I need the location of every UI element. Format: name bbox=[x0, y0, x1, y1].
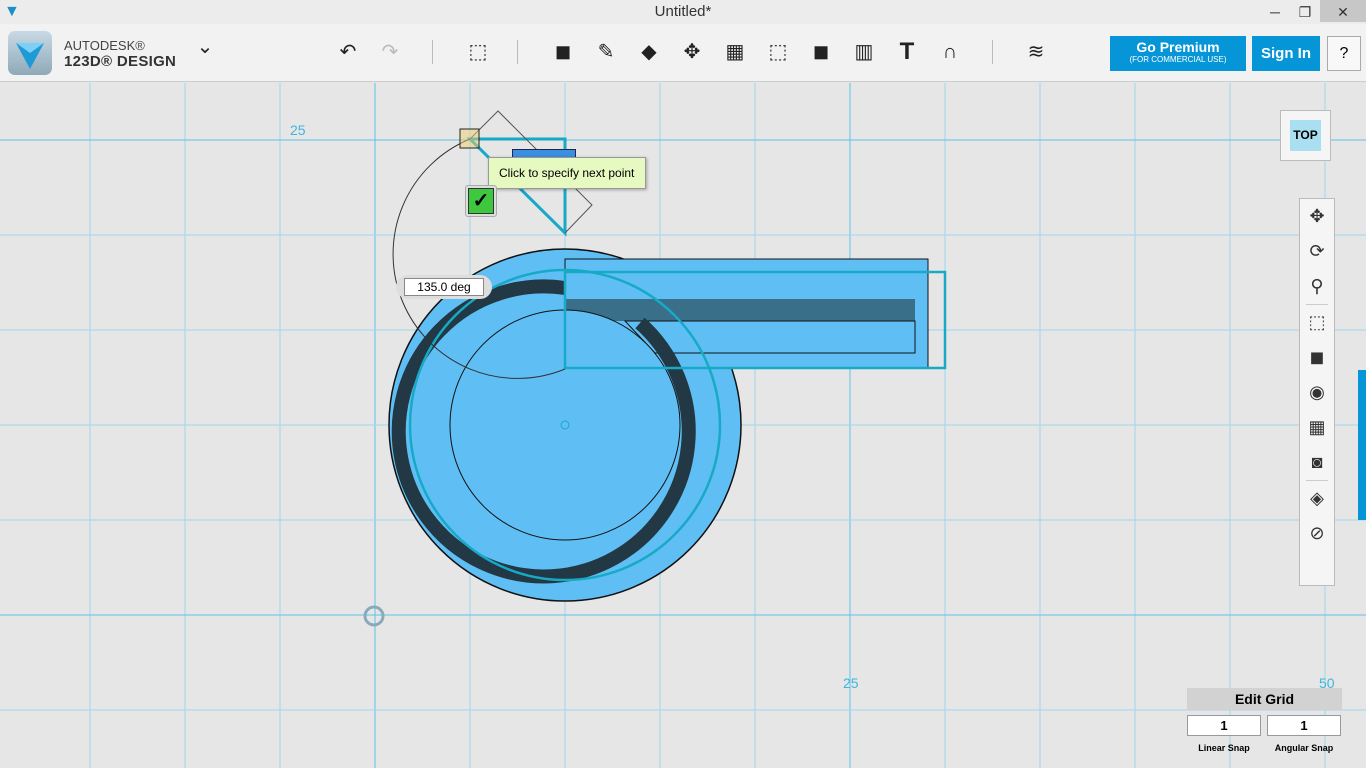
help-button[interactable]: ? bbox=[1327, 36, 1361, 71]
perspective-icon[interactable]: ◼ bbox=[1300, 340, 1334, 375]
cursor-snap-point bbox=[459, 128, 480, 149]
close-button[interactable]: ✕ bbox=[1320, 0, 1366, 22]
tooltip: Click to specify next point bbox=[488, 157, 646, 189]
snap-tool-icon[interactable]: ∩ bbox=[935, 37, 965, 67]
minimize-button[interactable]: ─ bbox=[1260, 0, 1290, 22]
redo-button[interactable]: ↷ bbox=[375, 37, 405, 67]
zoom-icon[interactable]: ⚲ bbox=[1300, 269, 1334, 304]
brand-product: 123D® DESIGN bbox=[64, 53, 177, 70]
linear-snap-label: Linear Snap bbox=[1198, 743, 1250, 753]
pattern-tool-icon[interactable]: ▦ bbox=[720, 37, 750, 67]
angle-value[interactable]: 135.0 deg bbox=[404, 278, 484, 296]
divider bbox=[992, 40, 993, 64]
go-premium-button[interactable]: Go Premium (FOR COMMERCIAL USE) bbox=[1110, 36, 1246, 71]
sign-in-button[interactable]: Sign In bbox=[1252, 36, 1320, 71]
view-cube[interactable]: TOP bbox=[1280, 110, 1331, 161]
brand-autodesk: AUTODESK® bbox=[64, 38, 145, 53]
axis-label: 25 bbox=[843, 675, 859, 691]
whistle-shape bbox=[363, 110, 947, 627]
grouping-tool-icon[interactable]: ⬚ bbox=[763, 37, 793, 67]
modify-tool-icon[interactable]: ✥ bbox=[677, 37, 707, 67]
axis-label: 25 bbox=[290, 122, 306, 138]
construct-tool-icon[interactable]: ◆ bbox=[634, 37, 664, 67]
hide-icon[interactable]: ⊘ bbox=[1300, 516, 1334, 551]
text-tool-icon[interactable]: T bbox=[892, 37, 922, 67]
divider bbox=[432, 40, 433, 64]
visibility-eye-icon[interactable]: ◉ bbox=[1300, 375, 1334, 410]
window-title: Untitled* bbox=[654, 3, 712, 20]
navigation-bar: ✥ ⟳ ⚲ ⬚ ◼ ◉ ▦ ◙ ◈ ⊘ bbox=[1299, 198, 1335, 586]
go-premium-sub: (FOR COMMERCIAL USE) bbox=[1129, 55, 1227, 64]
viewport-canvas[interactable] bbox=[0, 83, 1366, 768]
undo-button[interactable]: ↶ bbox=[333, 37, 363, 67]
confirm-button[interactable]: ✓ bbox=[465, 185, 497, 217]
angular-snap-label: Angular Snap bbox=[1274, 743, 1334, 753]
title-bar: ▼ Untitled* ─ ❐ ✕ bbox=[0, 0, 1366, 24]
angle-input[interactable]: 135.0 deg bbox=[396, 275, 492, 299]
restore-button[interactable]: ❐ bbox=[1290, 0, 1320, 22]
side-panel-tab[interactable] bbox=[1358, 370, 1366, 520]
check-icon: ✓ bbox=[468, 188, 494, 214]
combine-tool-icon[interactable]: ◼ bbox=[806, 37, 836, 67]
whistle-slot bbox=[565, 299, 915, 321]
go-premium-label: Go Premium bbox=[1136, 39, 1220, 55]
camera-icon[interactable]: ◙ bbox=[1300, 445, 1334, 480]
grid-icon[interactable]: ▦ bbox=[1300, 410, 1334, 445]
material-icon[interactable]: ◈ bbox=[1300, 481, 1334, 516]
orbit-icon[interactable]: ⟳ bbox=[1300, 234, 1334, 269]
sketch-tool-icon[interactable]: ✎ bbox=[591, 37, 621, 67]
origin-marker bbox=[363, 605, 385, 627]
measure-tool-icon[interactable]: ▥ bbox=[849, 37, 879, 67]
main-toolbar: AUTODESK® 123D® DESIGN ⌄ ↶ ↷ ⬚ ◼ ✎ ◆ ✥ ▦… bbox=[0, 24, 1366, 82]
app-logo bbox=[8, 31, 52, 75]
transform-tool-icon[interactable]: ⬚ bbox=[463, 37, 493, 67]
divider bbox=[517, 40, 518, 64]
edit-grid-button[interactable]: Edit Grid bbox=[1187, 688, 1342, 710]
linear-snap-input[interactable]: 1 bbox=[1187, 715, 1261, 736]
primitives-tool-icon[interactable]: ◼ bbox=[548, 37, 578, 67]
fit-icon[interactable]: ⬚ bbox=[1300, 305, 1334, 340]
app-icon: ▼ bbox=[4, 3, 20, 20]
angular-snap-input[interactable]: 1 bbox=[1267, 715, 1341, 736]
view-cube-face[interactable]: TOP bbox=[1290, 120, 1321, 151]
materials-tool-icon[interactable]: ≋ bbox=[1021, 37, 1051, 67]
app-menu-chevron-icon[interactable]: ⌄ bbox=[190, 32, 220, 62]
pan-icon[interactable]: ✥ bbox=[1300, 199, 1334, 234]
